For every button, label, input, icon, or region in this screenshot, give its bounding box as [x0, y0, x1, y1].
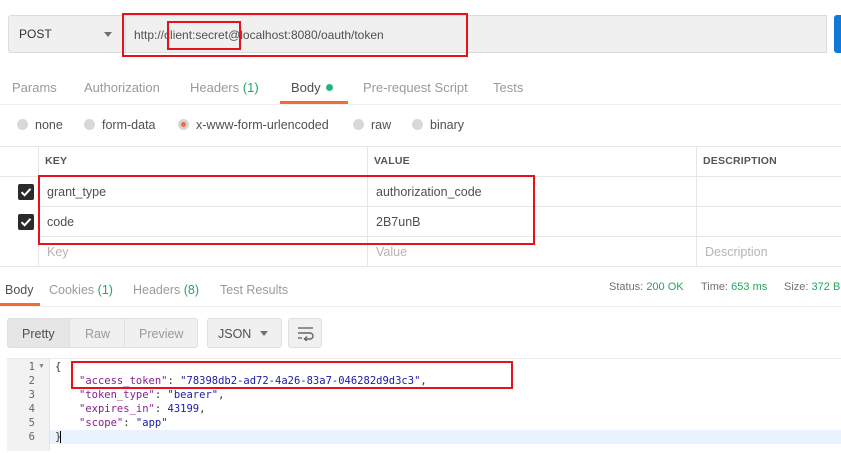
radio-binary[interactable]: binary — [412, 118, 464, 134]
view-preview-button[interactable]: Preview — [124, 318, 198, 348]
column-header-description: DESCRIPTION — [703, 155, 777, 167]
column-divider — [696, 147, 697, 267]
tab-headers[interactable]: Headers (1) — [190, 80, 259, 95]
column-header-key: KEY — [45, 155, 68, 167]
radio-off-icon — [17, 119, 28, 130]
new-description-input[interactable]: Description — [705, 245, 768, 259]
radio-form-data[interactable]: form-data — [84, 118, 156, 134]
method-label: POST — [19, 27, 52, 41]
size-readout: Size: 372 B — [784, 281, 841, 293]
line-number: 1 — [28, 361, 35, 373]
tab-pre-request-script[interactable]: Pre-request Script — [363, 80, 468, 95]
chevron-down-icon — [260, 331, 268, 336]
row-divider — [0, 266, 841, 267]
radio-off-icon — [84, 119, 95, 130]
checkmark-icon — [20, 188, 32, 197]
radio-on-icon — [178, 119, 189, 130]
send-button[interactable] — [834, 15, 841, 53]
code-line: "expires_in": 43199, — [79, 403, 206, 415]
line-number: 4 — [28, 403, 35, 415]
wrap-lines-icon — [298, 327, 314, 341]
line-number: 2 — [28, 375, 35, 387]
line-number: 5 — [28, 417, 35, 429]
credentials-highlight-box — [167, 21, 241, 50]
radio-off-icon — [353, 119, 364, 130]
line-number-gutter: 1 ▼ 2 3 4 5 6 — [7, 359, 50, 451]
row-checkbox[interactable] — [18, 214, 34, 230]
checkmark-icon — [20, 218, 32, 227]
method-select[interactable]: POST — [8, 15, 126, 53]
format-select[interactable]: JSON — [207, 318, 282, 348]
response-tab-body[interactable]: Body — [5, 283, 34, 297]
radio-none[interactable]: none — [17, 118, 63, 134]
radio-raw[interactable]: raw — [353, 118, 391, 134]
new-key-input[interactable]: Key — [47, 245, 69, 259]
tab-authorization[interactable]: Authorization — [84, 80, 160, 95]
response-tab-test-results[interactable]: Test Results — [220, 283, 288, 297]
status-readout: Status: 200 OK — [609, 281, 684, 293]
divider — [0, 104, 841, 105]
radio-x-www-form-urlencoded[interactable]: x-www-form-urlencoded — [178, 118, 329, 134]
line-number: 3 — [28, 389, 35, 401]
time-readout: Time: 653 ms — [701, 281, 768, 293]
radio-off-icon — [412, 119, 423, 130]
view-pretty-button[interactable]: Pretty — [7, 318, 70, 348]
fold-arrow-icon[interactable]: ▼ — [38, 363, 45, 370]
code-line: "token_type": "bearer", — [79, 389, 225, 401]
text-cursor — [60, 431, 61, 443]
chevron-down-icon — [104, 32, 112, 37]
active-line-highlight — [50, 430, 841, 444]
view-raw-button[interactable]: Raw — [69, 318, 125, 348]
response-tab-cookies[interactable]: Cookies (1) — [49, 283, 113, 297]
params-highlight-box — [38, 175, 535, 245]
line-number: 6 — [28, 431, 35, 443]
wrap-lines-button[interactable] — [288, 318, 322, 348]
tab-params[interactable]: Params — [12, 80, 57, 95]
code-line: "scope": "app" — [79, 417, 168, 429]
tab-body[interactable]: Body — [291, 80, 333, 95]
row-checkbox[interactable] — [18, 184, 34, 200]
divider — [0, 306, 841, 307]
response-tab-headers[interactable]: Headers (8) — [133, 283, 199, 297]
modified-dot-icon — [325, 84, 333, 91]
new-value-input[interactable]: Value — [376, 245, 407, 259]
column-header-value: VALUE — [374, 155, 410, 167]
tab-tests[interactable]: Tests — [493, 80, 523, 95]
code-line: { — [55, 361, 62, 373]
access-token-highlight-box — [71, 361, 513, 389]
